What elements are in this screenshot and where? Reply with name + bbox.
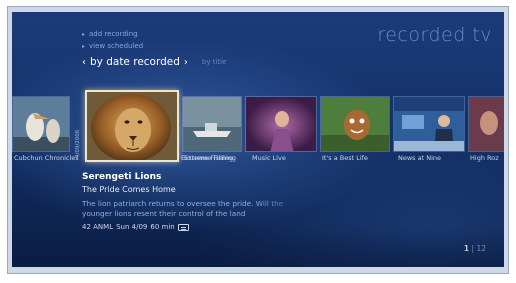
bullet-icon: ▸ <box>82 42 86 50</box>
bullet-icon: ▸ <box>82 30 86 38</box>
lion-image <box>87 92 177 160</box>
page-title: recorded tv <box>377 24 492 46</box>
view-scheduled-label: view scheduled <box>89 42 144 50</box>
boat-image <box>183 97 241 151</box>
cartoon-image <box>321 97 389 151</box>
show-image <box>469 97 504 151</box>
sort-left-arrow[interactable]: ‹ <box>82 57 86 68</box>
thumbnail-its-a-best-life[interactable] <box>320 96 390 152</box>
pelicans-image <box>13 97 69 151</box>
thumbnail-label: It's a Best Life <box>322 154 368 162</box>
thumbnail-news-at-nine[interactable] <box>393 96 465 152</box>
details-description: The lion patriarch returns to oversee th… <box>82 199 284 218</box>
thumbnail-label: Cubchun Chronicles <box>14 154 79 162</box>
thumbnail-high-roz[interactable] <box>468 96 504 152</box>
screen-reflection <box>12 227 504 267</box>
thumbnail-label: Extreme Fishing <box>181 154 234 162</box>
add-recording-link[interactable]: ▸ add recording <box>82 30 138 38</box>
strip-date-label: 4/09/2006 <box>75 129 81 158</box>
thumbnail-label: Music Live <box>252 154 286 162</box>
thumbnail-extreme-fishing[interactable] <box>182 96 242 152</box>
sort-current-label: by date recorded <box>90 56 180 68</box>
recording-details: Serengeti Lions The Pride Comes Home The… <box>82 172 312 231</box>
sort-right-arrow[interactable]: › <box>184 57 188 68</box>
thumbnail-cubchun-chronicles[interactable] <box>12 96 70 152</box>
thumbnail-label: News at Nine <box>398 154 442 162</box>
focused-thumbnail-serengeti-lions[interactable] <box>85 90 179 162</box>
sort-by-title-option[interactable]: by title <box>202 58 227 66</box>
thumbnail-label: High Roz <box>470 154 499 162</box>
thumbnail-music-live[interactable] <box>245 96 317 152</box>
details-title: Serengeti Lions <box>82 172 162 182</box>
add-recording-label: add recording <box>89 30 138 38</box>
view-scheduled-link[interactable]: ▸ view scheduled <box>82 42 143 50</box>
media-center-screen: recorded tv ▸ add recording ▸ view sched… <box>12 12 504 267</box>
details-episode: The Pride Comes Home <box>82 185 176 194</box>
news-anchor-image <box>394 97 464 151</box>
concert-image <box>246 97 316 151</box>
sort-selector[interactable]: ‹ by date recorded › by title <box>82 56 226 68</box>
